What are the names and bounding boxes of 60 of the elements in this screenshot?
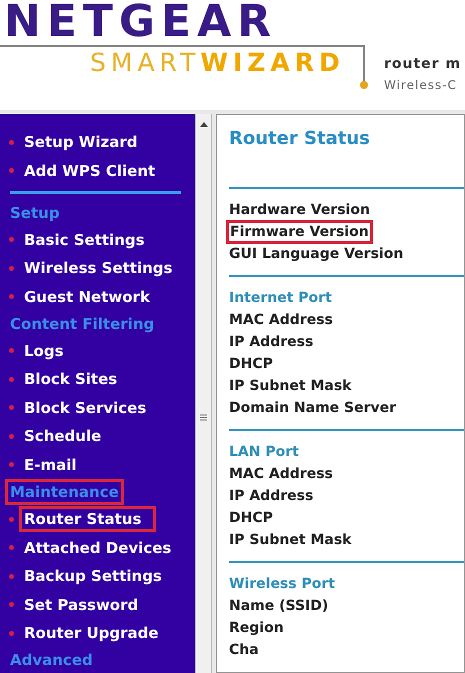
bullet-icon (9, 405, 14, 410)
field-label: DHCP (229, 509, 273, 527)
bullet-icon (9, 294, 14, 300)
tagline: router m (384, 55, 462, 74)
field-label: IP Address (229, 487, 314, 505)
menu-link[interactable]: Add WPS Client (22, 160, 158, 181)
field-label: MAC Address (229, 465, 333, 483)
field-label: Hardware Version (229, 201, 370, 219)
bullet-icon (9, 140, 14, 145)
field-label: Region (229, 619, 284, 637)
menu-link[interactable]: Schedule (22, 426, 104, 446)
field-label: IP Address (229, 333, 314, 351)
section-heading: Content Filtering (9, 314, 156, 334)
bullet-icon (9, 266, 14, 271)
field-label: Name (SSID) (229, 597, 328, 615)
menu-link[interactable]: Router Upgrade (22, 623, 161, 644)
section-heading: LAN Port (229, 443, 300, 462)
bullet-icon (9, 602, 14, 608)
subtitle: Wireless-C (384, 77, 457, 94)
bullet-icon (9, 434, 14, 439)
menu-link[interactable]: E-mail (22, 454, 79, 475)
menu-link[interactable]: Guest Network (22, 286, 152, 307)
field-label: IP Subnet Mask (229, 377, 352, 395)
bullet-icon (9, 237, 14, 242)
menu-link[interactable]: Block Sites (22, 369, 120, 390)
grip-icon (200, 414, 207, 421)
section-heading: Internet Port (229, 289, 333, 308)
up-arrow-icon[interactable] (200, 122, 208, 127)
page-title: Router Status (229, 127, 371, 151)
menu-link[interactable]: Logs (22, 340, 66, 361)
product-logo: SMART WIZARD (90, 48, 345, 78)
bullet-icon (9, 348, 14, 354)
bullet-icon (9, 462, 14, 468)
section-heading: Maintenance (8, 482, 121, 502)
menu-link[interactable]: Setup Wizard (22, 132, 140, 152)
scrollbar[interactable] (195, 114, 212, 673)
bullet-icon (9, 168, 14, 174)
menu-link[interactable]: Backup Settings (22, 566, 164, 586)
section-heading: Setup (9, 202, 61, 223)
field-label: MAC Address (229, 311, 333, 329)
section-heading: Wireless Port (229, 575, 336, 594)
field-label: GUI Language Version (229, 245, 404, 263)
bullet-icon (9, 545, 14, 550)
menu-link[interactable]: Basic Settings (22, 230, 147, 250)
menu-link[interactable]: Set Password (22, 594, 140, 615)
field-label: Firmware Version (229, 223, 370, 241)
bullet-icon (9, 574, 14, 579)
menu-link[interactable]: Wireless Settings (22, 258, 174, 278)
bullet-icon (9, 516, 14, 522)
field-label: DHCP (229, 355, 273, 373)
bullet-icon (9, 376, 14, 382)
menu-link[interactable]: Block Services (22, 398, 148, 418)
menu-link[interactable]: Attached Devices (22, 538, 174, 558)
field-label: Cha (229, 641, 259, 659)
brand-logo: NETGEAR (4, 0, 277, 44)
section-heading: Advanced (9, 650, 94, 670)
field-label: IP Subnet Mask (229, 531, 352, 549)
bullet-icon (9, 630, 14, 636)
menu-link[interactable]: Router Status (22, 509, 154, 530)
field-label: Domain Name Server (229, 399, 396, 417)
